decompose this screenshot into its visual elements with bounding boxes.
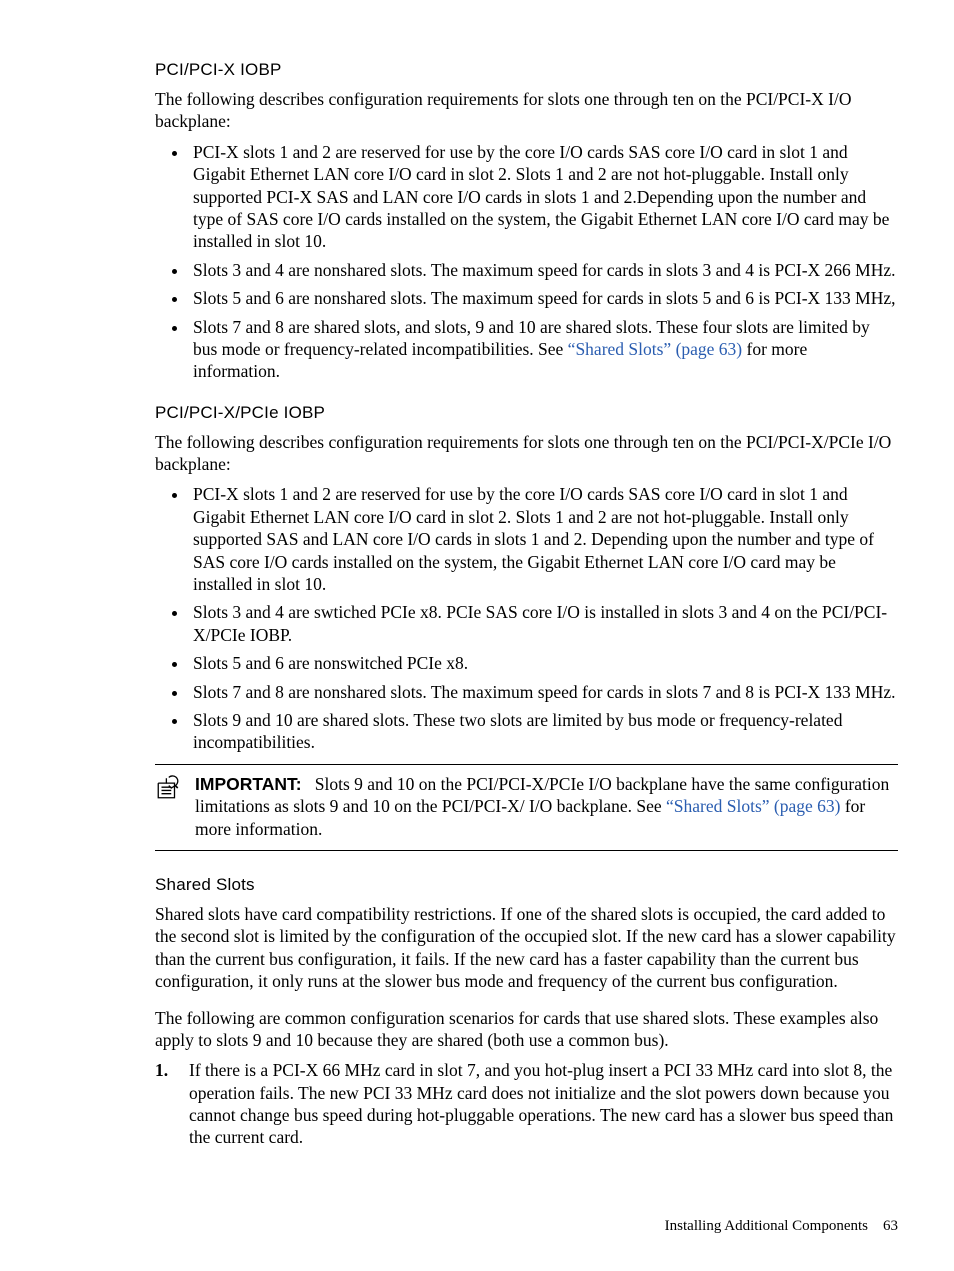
list-item: Slots 9 and 10 are shared slots. These t… — [189, 709, 898, 754]
footer-page-number: 63 — [883, 1218, 898, 1234]
link-shared-slots[interactable]: “Shared Slots” (page 63) — [666, 796, 840, 816]
list-item: Slots 5 and 6 are nonswitched PCIe x8. — [189, 652, 898, 674]
heading-pci-pcix-pcie-iobp: PCI/PCI-X/PCIe IOBP — [155, 403, 898, 423]
page-footer: Installing Additional Components 63 — [665, 1218, 898, 1235]
note-body: IMPORTANT: Slots 9 and 10 on the PCI/PCI… — [195, 773, 898, 840]
bullet-list: PCI-X slots 1 and 2 are reserved for use… — [155, 141, 898, 383]
intro-paragraph: The following describes configuration re… — [155, 88, 898, 133]
note-label: IMPORTANT: — [195, 774, 302, 794]
numbered-list: If there is a PCI-X 66 MHz card in slot … — [155, 1059, 898, 1149]
important-icon — [155, 773, 195, 840]
list-item: Slots 7 and 8 are shared slots, and slot… — [189, 316, 898, 383]
heading-shared-slots: Shared Slots — [155, 875, 898, 895]
link-shared-slots[interactable]: “Shared Slots” (page 63) — [568, 339, 742, 359]
intro-paragraph: The following describes configuration re… — [155, 431, 898, 476]
important-note: IMPORTANT: Slots 9 and 10 on the PCI/PCI… — [155, 764, 898, 851]
list-item: If there is a PCI-X 66 MHz card in slot … — [155, 1059, 898, 1149]
list-item: Slots 5 and 6 are nonshared slots. The m… — [189, 287, 898, 309]
list-item: PCI-X slots 1 and 2 are reserved for use… — [189, 483, 898, 595]
heading-pci-pcix-iobp: PCI/PCI-X IOBP — [155, 60, 898, 80]
footer-section: Installing Additional Components — [665, 1218, 868, 1234]
document-page: PCI/PCI-X IOBP The following describes c… — [0, 0, 954, 1271]
bullet-list: PCI-X slots 1 and 2 are reserved for use… — [155, 483, 898, 753]
paragraph: The following are common configuration s… — [155, 1007, 898, 1052]
list-item: Slots 3 and 4 are swtiched PCIe x8. PCIe… — [189, 601, 898, 646]
list-item: Slots 7 and 8 are nonshared slots. The m… — [189, 681, 898, 703]
list-item: PCI-X slots 1 and 2 are reserved for use… — [189, 141, 898, 253]
list-item: Slots 3 and 4 are nonshared slots. The m… — [189, 259, 898, 281]
paragraph: Shared slots have card compatibility res… — [155, 903, 898, 993]
